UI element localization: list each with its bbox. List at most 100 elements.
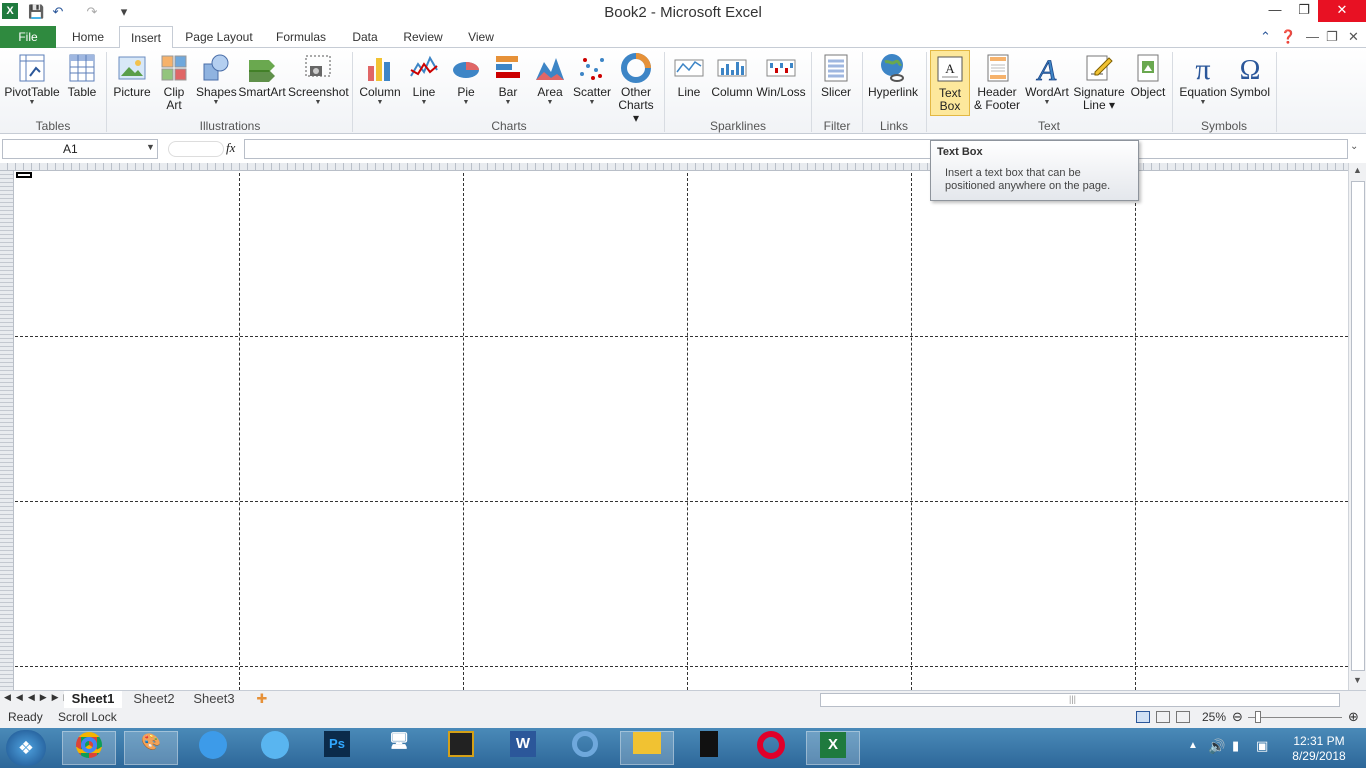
show-hidden-icons[interactable]: ▲	[1188, 740, 1198, 751]
ribbon-insert: PivotTable ▼ Table Tables Picture Clip Ar…	[0, 48, 1366, 134]
row-headers[interactable]	[0, 171, 14, 690]
tab-home[interactable]: Home	[64, 26, 112, 48]
sheet-tab-sheet1[interactable]: Sheet1	[64, 691, 122, 708]
normal-view-icon[interactable]	[1136, 711, 1150, 723]
sheet-tab-sheet2[interactable]: Sheet2	[126, 691, 182, 708]
page-layout-view-icon[interactable]	[1156, 711, 1170, 723]
scroll-up-icon[interactable]: ▲	[1353, 165, 1362, 175]
restore-button[interactable]: ❐	[1289, 0, 1319, 22]
expand-formula-bar-icon[interactable]: ⌄	[1350, 141, 1358, 152]
horizontal-scroll-grip[interactable]: |||	[1069, 694, 1076, 704]
object-label: Object	[1130, 85, 1166, 99]
column-chart-label: Column	[359, 85, 401, 99]
sparkline-winloss-icon	[766, 59, 796, 77]
name-box-dropdown-icon[interactable]: ▼	[146, 142, 155, 152]
tab-view[interactable]: View	[460, 26, 502, 48]
start-button[interactable]: ❖	[6, 730, 46, 766]
excel-taskbar-icon[interactable]: X	[806, 731, 860, 765]
object-button[interactable]: Object	[1128, 50, 1168, 99]
app-taskbar-icon[interactable]	[682, 731, 736, 765]
photoshop-taskbar-icon[interactable]: Ps	[310, 731, 364, 765]
area-chart-button[interactable]: Area ▼	[530, 50, 570, 107]
picture-button[interactable]: Picture	[112, 50, 152, 99]
tab-data[interactable]: Data	[344, 26, 386, 48]
signature-line-button[interactable]: Signature Line ▾	[1072, 50, 1126, 112]
file-explorer-taskbar-icon[interactable]	[620, 731, 674, 765]
sparkline-winloss-button[interactable]: Win/Loss	[756, 50, 806, 99]
formula-expand-handle[interactable]	[168, 141, 224, 157]
scatter-chart-icon	[580, 58, 604, 80]
minimize-button[interactable]: —	[1260, 0, 1290, 22]
close-button[interactable]: ✕	[1318, 0, 1366, 22]
game-taskbar-icon[interactable]	[434, 731, 488, 765]
text-box-button[interactable]: A Text Box	[930, 50, 970, 116]
column-chart-button[interactable]: Column ▼	[358, 50, 402, 107]
zoom-slider-thumb[interactable]	[1255, 711, 1261, 723]
taskbar-clock[interactable]: 12:31 PM 8/29/2018	[1284, 734, 1354, 764]
smartart-button[interactable]: SmartArt	[238, 50, 286, 99]
tab-formulas[interactable]: Formulas	[270, 26, 332, 48]
equation-icon: π	[1195, 53, 1210, 84]
screenshot-button[interactable]: Screenshot ▼	[288, 50, 349, 107]
scroll-down-icon[interactable]: ▼	[1353, 675, 1362, 685]
help-icon[interactable]: ❓	[1280, 29, 1296, 45]
paint-taskbar-icon[interactable]: 🎨	[124, 731, 178, 765]
equation-button[interactable]: π Equation ▼	[1176, 50, 1230, 107]
zoom-out-icon[interactable]: ⊖	[1232, 708, 1243, 726]
other-charts-button[interactable]: Other Charts ▾	[614, 50, 658, 125]
column-headers[interactable]	[0, 163, 1348, 171]
zoom-level[interactable]: 25%	[1202, 708, 1226, 726]
scatter-chart-label: Scatter	[572, 85, 611, 99]
insert-sheet-icon[interactable]: ✚	[250, 691, 274, 708]
header-footer-button[interactable]: Header & Footer	[972, 50, 1022, 112]
bar-chart-button[interactable]: Bar ▼	[488, 50, 528, 107]
symbol-button[interactable]: Ω Symbol	[1230, 50, 1270, 99]
formula-input[interactable]	[244, 139, 1348, 159]
pie-chart-button[interactable]: Pie ▼	[446, 50, 486, 107]
word-taskbar-icon[interactable]: W	[496, 731, 550, 765]
workbook-minimize-icon[interactable]: —	[1306, 29, 1319, 44]
insert-function-icon[interactable]: fx	[226, 140, 235, 156]
workbook-restore-icon[interactable]: ❐	[1326, 29, 1338, 45]
sparkline-column-button[interactable]: Column	[710, 50, 754, 99]
scatter-chart-button[interactable]: Scatter ▼	[572, 50, 612, 107]
minimize-ribbon-icon[interactable]: ⌃	[1260, 29, 1271, 45]
slicer-button[interactable]: Slicer	[816, 50, 856, 99]
vertical-scrollbar[interactable]: ▲ ▼	[1348, 163, 1366, 690]
sync-app-taskbar-icon[interactable]	[186, 731, 240, 765]
tab-insert[interactable]: Insert	[119, 26, 173, 49]
clip-art-icon	[161, 55, 187, 81]
hyperlink-button[interactable]: Hyperlink	[866, 50, 920, 99]
network-icon[interactable]: ▮	[1232, 738, 1239, 754]
battery-icon[interactable]: ▣	[1256, 738, 1268, 754]
pivottable-button[interactable]: PivotTable ▼	[4, 50, 60, 107]
line-chart-button[interactable]: Line ▼	[404, 50, 444, 107]
wordart-button[interactable]: A WordArt ▼	[1024, 50, 1070, 107]
table-button[interactable]: Table	[62, 50, 102, 99]
tab-review[interactable]: Review	[398, 26, 448, 48]
chrome-taskbar-icon[interactable]	[62, 731, 116, 765]
sheet-tab-sheet3[interactable]: Sheet3	[186, 691, 242, 708]
tab-file[interactable]: File	[0, 26, 56, 48]
opera-taskbar-icon[interactable]	[744, 731, 798, 765]
name-box[interactable]: A1	[2, 139, 158, 159]
chrome-canary-taskbar-icon[interactable]	[558, 731, 612, 765]
clip-art-button[interactable]: Clip Art	[156, 50, 192, 112]
signature-line-label-2: Line	[1082, 98, 1106, 112]
workbook-close-icon[interactable]: ✕	[1348, 29, 1359, 45]
active-cell[interactable]	[16, 172, 32, 178]
shapes-button[interactable]: Shapes ▼	[196, 50, 237, 107]
zoom-slider[interactable]	[1248, 717, 1342, 718]
volume-icon[interactable]: 🔊	[1208, 738, 1225, 755]
zoom-in-icon[interactable]: ⊕	[1348, 708, 1359, 726]
share-app-taskbar-icon[interactable]	[248, 731, 302, 765]
remote-desktop-taskbar-icon[interactable]: 🖥	[372, 731, 426, 765]
worksheet-grid[interactable]	[0, 163, 1348, 690]
page-break-preview-icon[interactable]	[1176, 711, 1190, 723]
sparkline-line-button[interactable]: Line	[670, 50, 708, 99]
vertical-scroll-thumb[interactable]	[1351, 181, 1365, 671]
horizontal-scrollbar[interactable]: |||	[820, 693, 1340, 707]
tab-page-layout[interactable]: Page Layout	[180, 26, 258, 48]
page-break-vertical	[911, 173, 912, 690]
page-break-vertical	[687, 173, 688, 690]
